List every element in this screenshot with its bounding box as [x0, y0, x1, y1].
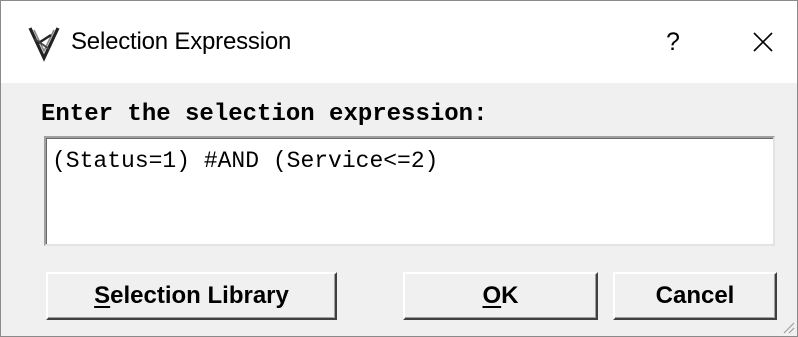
title-bar: Selection Expression ?: [1, 1, 797, 83]
resize-grip-icon[interactable]: [779, 318, 795, 334]
expression-input[interactable]: (Status=1) #AND (Service<=2): [44, 136, 775, 246]
window-title: Selection Expression: [71, 28, 292, 55]
close-icon: [753, 32, 773, 52]
cancel-button[interactable]: Cancel: [613, 272, 777, 320]
app-logo-icon: [28, 27, 60, 62]
ok-label: OK: [482, 282, 519, 309]
help-button[interactable]: ?: [651, 19, 695, 65]
selection-expression-dialog: Selection Expression ? Enter the selecti…: [0, 0, 798, 337]
ok-button[interactable]: OK: [403, 272, 598, 320]
selection-library-button[interactable]: Selection Library: [46, 272, 337, 320]
close-button[interactable]: [741, 19, 785, 65]
selection-library-label: Selection Library: [94, 282, 289, 309]
expression-prompt-label: Enter the selection expression:: [41, 101, 488, 128]
